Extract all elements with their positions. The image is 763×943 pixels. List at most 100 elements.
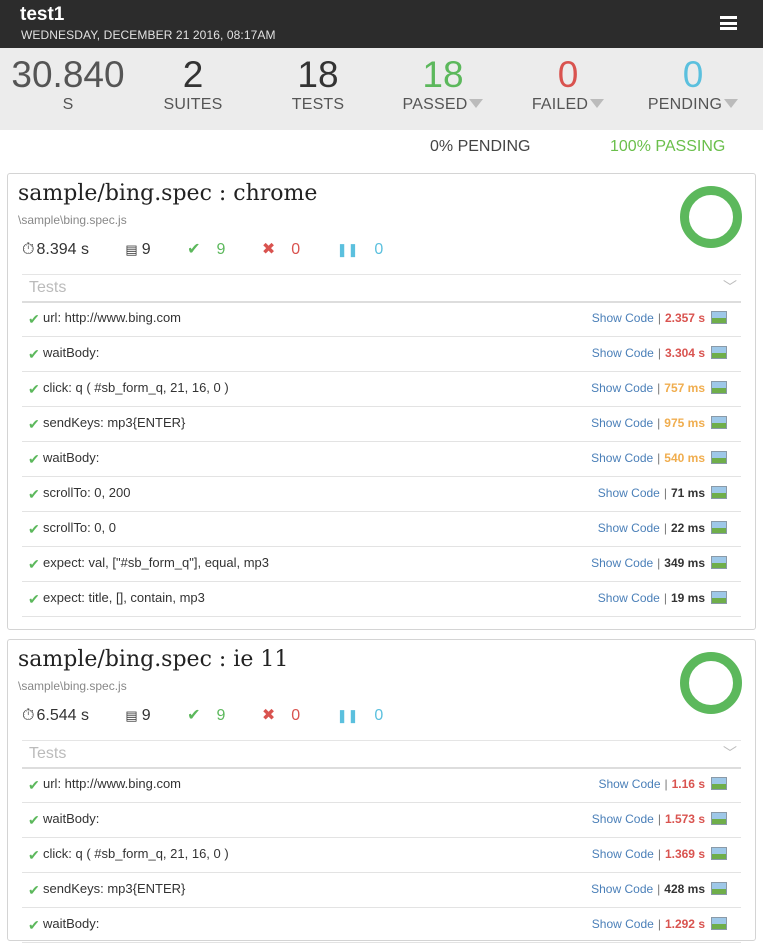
- test-step-text: url: http://www.bing.com: [43, 776, 181, 791]
- check-icon: ✔: [28, 882, 40, 898]
- screenshot-icon[interactable]: [711, 451, 727, 465]
- screenshot-icon[interactable]: [711, 556, 727, 570]
- test-row-actions: Show Code | 1.573 s: [592, 812, 727, 826]
- check-icon: ✔: [28, 777, 40, 793]
- test-row-actions: Show Code | 757 ms: [591, 381, 727, 395]
- pending-filter-icon[interactable]: [724, 99, 739, 109]
- screenshot-icon[interactable]: [711, 416, 727, 430]
- test-row: ✔ sendKeys: mp3{ENTER} Show Code | 975 ms: [22, 407, 741, 442]
- test-duration: 2.357 s: [664, 311, 705, 325]
- stat-failed: 0 FAILED: [508, 54, 628, 114]
- separator: |: [664, 777, 668, 791]
- test-row: ✔ waitBody: Show Code | 1.573 s: [22, 803, 741, 838]
- pass-rate-donut: [680, 186, 742, 248]
- test-row-actions: Show Code | 540 ms: [591, 451, 727, 465]
- screenshot-icon[interactable]: [711, 812, 727, 826]
- screenshot-icon[interactable]: [711, 381, 727, 395]
- screenshot-icon[interactable]: [711, 847, 727, 861]
- screenshot-icon[interactable]: [711, 346, 727, 360]
- test-step-text: sendKeys: mp3{ENTER}: [43, 881, 186, 896]
- x-icon: ✖: [261, 707, 276, 724]
- chevron-down-icon[interactable]: ﹀: [723, 277, 737, 297]
- show-code-link[interactable]: Show Code: [592, 812, 654, 826]
- screenshot-icon[interactable]: [711, 917, 727, 931]
- show-code-link[interactable]: Show Code: [592, 847, 654, 861]
- show-code-link[interactable]: Show Code: [591, 416, 653, 430]
- check-icon: ✔: [28, 591, 40, 607]
- check-icon: ✔: [28, 346, 40, 362]
- test-row-actions: Show Code | 1.369 s: [592, 847, 727, 861]
- test-list: ✔ url: http://www.bing.com Show Code | 1.1…: [22, 768, 741, 943]
- test-row-actions: Show Code | 2.357 s: [592, 311, 727, 325]
- test-row-actions: Show Code | 349 ms: [591, 556, 727, 570]
- test-step-text: expect: title, [], contain, mp3: [43, 590, 205, 605]
- test-duration: 757 ms: [664, 381, 705, 395]
- test-step-text: waitBody:: [43, 811, 100, 826]
- test-row: ✔ url: http://www.bing.com Show Code | 2.3…: [22, 302, 741, 337]
- test-row: ✔ click: q ( #sb_form_q, 21, 16, 0 ) Sho…: [22, 838, 741, 873]
- passed-value: 18: [422, 54, 464, 95]
- suite-title: sample/bing.spec : ie 11: [18, 647, 289, 672]
- test-duration: 71 ms: [670, 486, 705, 500]
- suite-pending-value: 0: [374, 707, 384, 724]
- tests-header-label: Tests: [29, 279, 67, 296]
- test-row: ✔ click: q ( #sb_form_q, 21, 16, 0 ) Sho…: [22, 372, 741, 407]
- report-date: WEDNESDAY, DECEMBER 21 2016, 08:17AM: [21, 28, 276, 42]
- suite-title: sample/bing.spec : chrome: [18, 181, 318, 206]
- suite-duration-value: 6.544 s: [36, 707, 89, 724]
- test-duration: 1.292 s: [664, 917, 705, 931]
- show-code-link[interactable]: Show Code: [592, 311, 654, 325]
- passed-filter-icon[interactable]: [469, 99, 484, 109]
- show-code-link[interactable]: Show Code: [598, 486, 660, 500]
- test-duration: 349 ms: [664, 556, 705, 570]
- show-code-link[interactable]: Show Code: [598, 521, 660, 535]
- show-code-link[interactable]: Show Code: [591, 381, 653, 395]
- check-icon: ✔: [28, 381, 40, 397]
- screenshot-icon[interactable]: [711, 882, 727, 896]
- failed-filter-icon[interactable]: [590, 99, 605, 109]
- test-row: ✔ waitBody: Show Code | 3.304 s: [22, 337, 741, 372]
- test-row-actions: Show Code | 975 ms: [591, 416, 727, 430]
- show-code-link[interactable]: Show Code: [592, 346, 654, 360]
- show-code-link[interactable]: Show Code: [591, 882, 653, 896]
- stat-suites: 2 SUITES: [133, 54, 253, 114]
- screenshot-icon[interactable]: [711, 777, 727, 791]
- separator: |: [657, 311, 661, 325]
- tests-label: TESTS: [291, 96, 345, 113]
- tests-value: 18: [297, 54, 339, 95]
- check-icon: ✔: [28, 311, 40, 327]
- screenshot-icon[interactable]: [711, 591, 727, 605]
- check-icon: ✔: [187, 707, 201, 724]
- tests-header[interactable]: Tests ﹀: [22, 740, 741, 769]
- stat-pending: 0 PENDING: [633, 54, 753, 114]
- test-row-actions: Show Code | 1.16 s: [598, 777, 727, 791]
- hamburger-menu-icon[interactable]: [720, 16, 737, 30]
- show-code-link[interactable]: Show Code: [591, 451, 653, 465]
- tests-header[interactable]: Tests ﹀: [22, 274, 741, 303]
- document-icon: ▤: [125, 242, 138, 257]
- check-icon: ✔: [28, 451, 40, 467]
- screenshot-icon[interactable]: [711, 311, 727, 325]
- screenshot-icon[interactable]: [711, 486, 727, 500]
- suite-failed-count: ✖ 0: [262, 241, 316, 258]
- suite-test-count-value: 9: [141, 241, 151, 258]
- chevron-down-icon[interactable]: ﹀: [723, 743, 737, 763]
- test-step-text: waitBody:: [43, 916, 100, 931]
- show-code-link[interactable]: Show Code: [598, 591, 660, 605]
- pending-value: 0: [682, 54, 704, 95]
- suite-duration: ⏱ 6.544 s: [22, 707, 105, 724]
- suite-failed-value: 0: [291, 707, 301, 724]
- stat-passed: 18 PASSED: [383, 54, 503, 114]
- test-step-text: click: q ( #sb_form_q, 21, 16, 0 ): [43, 380, 229, 395]
- check-icon: ✔: [28, 416, 40, 432]
- separator: |: [657, 917, 661, 931]
- show-code-link[interactable]: Show Code: [591, 556, 653, 570]
- test-duration: 1.16 s: [671, 777, 705, 791]
- screenshot-icon[interactable]: [711, 521, 727, 535]
- show-code-link[interactable]: Show Code: [592, 917, 654, 931]
- stopwatch-icon: ⏱: [22, 241, 35, 258]
- show-code-link[interactable]: Show Code: [598, 777, 660, 791]
- test-row: ✔ waitBody: Show Code | 1.292 s: [22, 908, 741, 943]
- test-step-text: url: http://www.bing.com: [43, 310, 181, 325]
- suites-label: SUITES: [163, 96, 223, 113]
